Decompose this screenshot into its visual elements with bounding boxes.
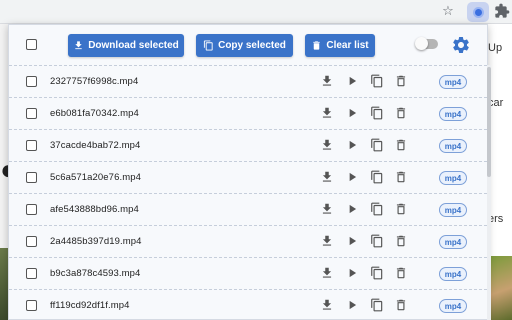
file-checkbox[interactable] [26,140,37,151]
download-icon[interactable] [320,202,334,216]
file-type-badge: mp4 [439,107,467,121]
file-checkbox[interactable] [26,76,37,87]
file-checkbox[interactable] [26,236,37,247]
file-checkbox[interactable] [26,268,37,279]
clear-list-label: Clear list [326,40,369,51]
trash-icon[interactable] [394,266,408,280]
file-row: afe543888bd96.mp4 mp4 [9,193,487,225]
clear-list-button[interactable]: Clear list [305,34,375,57]
select-all-checkbox[interactable] [26,39,37,50]
copy-selected-button[interactable]: Copy selected [196,34,293,57]
download-icon[interactable] [320,234,334,248]
play-icon[interactable] [345,202,359,216]
file-type-badge: mp4 [439,75,467,89]
file-checkbox[interactable] [26,204,37,215]
file-type-badge: mp4 [439,203,467,217]
file-row: 2a4485b397d19.mp4 mp4 [9,225,487,257]
play-icon[interactable] [345,138,359,152]
toggle-knob [415,37,428,50]
play-icon[interactable] [345,234,359,248]
play-icon[interactable] [345,266,359,280]
video-downloader-extension-icon[interactable] [467,2,489,22]
file-row: 37cacde4bab72.mp4 mp4 [9,129,487,161]
copy-icon[interactable] [370,106,384,120]
puzzle-icon[interactable] [494,3,510,19]
file-type-badge: mp4 [439,267,467,281]
trash-icon[interactable] [394,234,408,248]
trash-icon [313,41,321,50]
trash-icon[interactable] [394,138,408,152]
file-name: ff119cd92df1f.mp4 [50,300,130,311]
play-icon[interactable] [345,74,359,88]
file-row: b9c3a878c4593.mp4 mp4 [9,257,487,289]
copy-icon[interactable] [370,234,384,248]
download-icon [75,41,82,50]
copy-icon [204,40,213,51]
copy-icon[interactable] [370,138,384,152]
copy-selected-label: Copy selected [218,40,286,51]
play-icon[interactable] [345,170,359,184]
copy-icon[interactable] [370,298,384,312]
download-icon[interactable] [320,106,334,120]
file-list: 2327757f6998c.mp4 mp4 e6b081fa70342.mp4 … [9,65,487,320]
file-type-badge: mp4 [439,299,467,313]
trash-icon[interactable] [394,170,408,184]
background-text: Up [488,42,503,54]
file-row: 5c6a571a20e76.mp4 mp4 [9,161,487,193]
play-icon[interactable] [345,298,359,312]
download-icon[interactable] [320,266,334,280]
play-icon[interactable] [345,106,359,120]
copy-icon[interactable] [370,74,384,88]
copy-icon[interactable] [370,170,384,184]
file-checkbox[interactable] [26,300,37,311]
file-name: afe543888bd96.mp4 [50,204,139,215]
download-selected-label: Download selected [88,40,179,51]
browser-toolbar: ☆ [0,0,512,24]
background-photo-right [488,256,512,320]
copy-icon[interactable] [370,202,384,216]
download-icon[interactable] [320,298,334,312]
copy-icon[interactable] [370,266,384,280]
popup-scrollbar[interactable] [487,65,491,320]
trash-icon[interactable] [394,298,408,312]
background-photo-left [0,248,8,320]
file-row: ff119cd92df1f.mp4 mp4 [9,289,487,320]
download-icon[interactable] [320,138,334,152]
file-checkbox[interactable] [26,172,37,183]
gear-icon[interactable] [451,35,471,55]
popup-toolbar: Download selected Copy selected Clear li… [9,25,489,65]
file-checkbox[interactable] [26,108,37,119]
star-icon[interactable]: ☆ [440,3,456,19]
file-name: 2a4485b397d19.mp4 [50,236,142,247]
trash-icon[interactable] [394,106,408,120]
file-type-badge: mp4 [439,171,467,185]
trash-icon[interactable] [394,202,408,216]
download-icon[interactable] [320,74,334,88]
trash-icon[interactable] [394,74,408,88]
file-name: 2327757f6998c.mp4 [50,76,139,87]
file-name: 5c6a571a20e76.mp4 [50,172,141,183]
file-name: 37cacde4bab72.mp4 [50,140,141,151]
file-type-badge: mp4 [439,235,467,249]
file-row: e6b081fa70342.mp4 mp4 [9,97,487,129]
file-name: b9c3a878c4593.mp4 [50,268,141,279]
scrollbar-thumb[interactable] [487,67,491,177]
download-icon[interactable] [320,170,334,184]
download-selected-button[interactable]: Download selected [68,34,184,57]
file-name: e6b081fa70342.mp4 [50,108,139,119]
auto-mode-toggle[interactable] [415,37,438,50]
file-type-badge: mp4 [439,139,467,153]
extension-popup: Download selected Copy selected Clear li… [8,24,491,320]
file-row: 2327757f6998c.mp4 mp4 [9,65,487,97]
